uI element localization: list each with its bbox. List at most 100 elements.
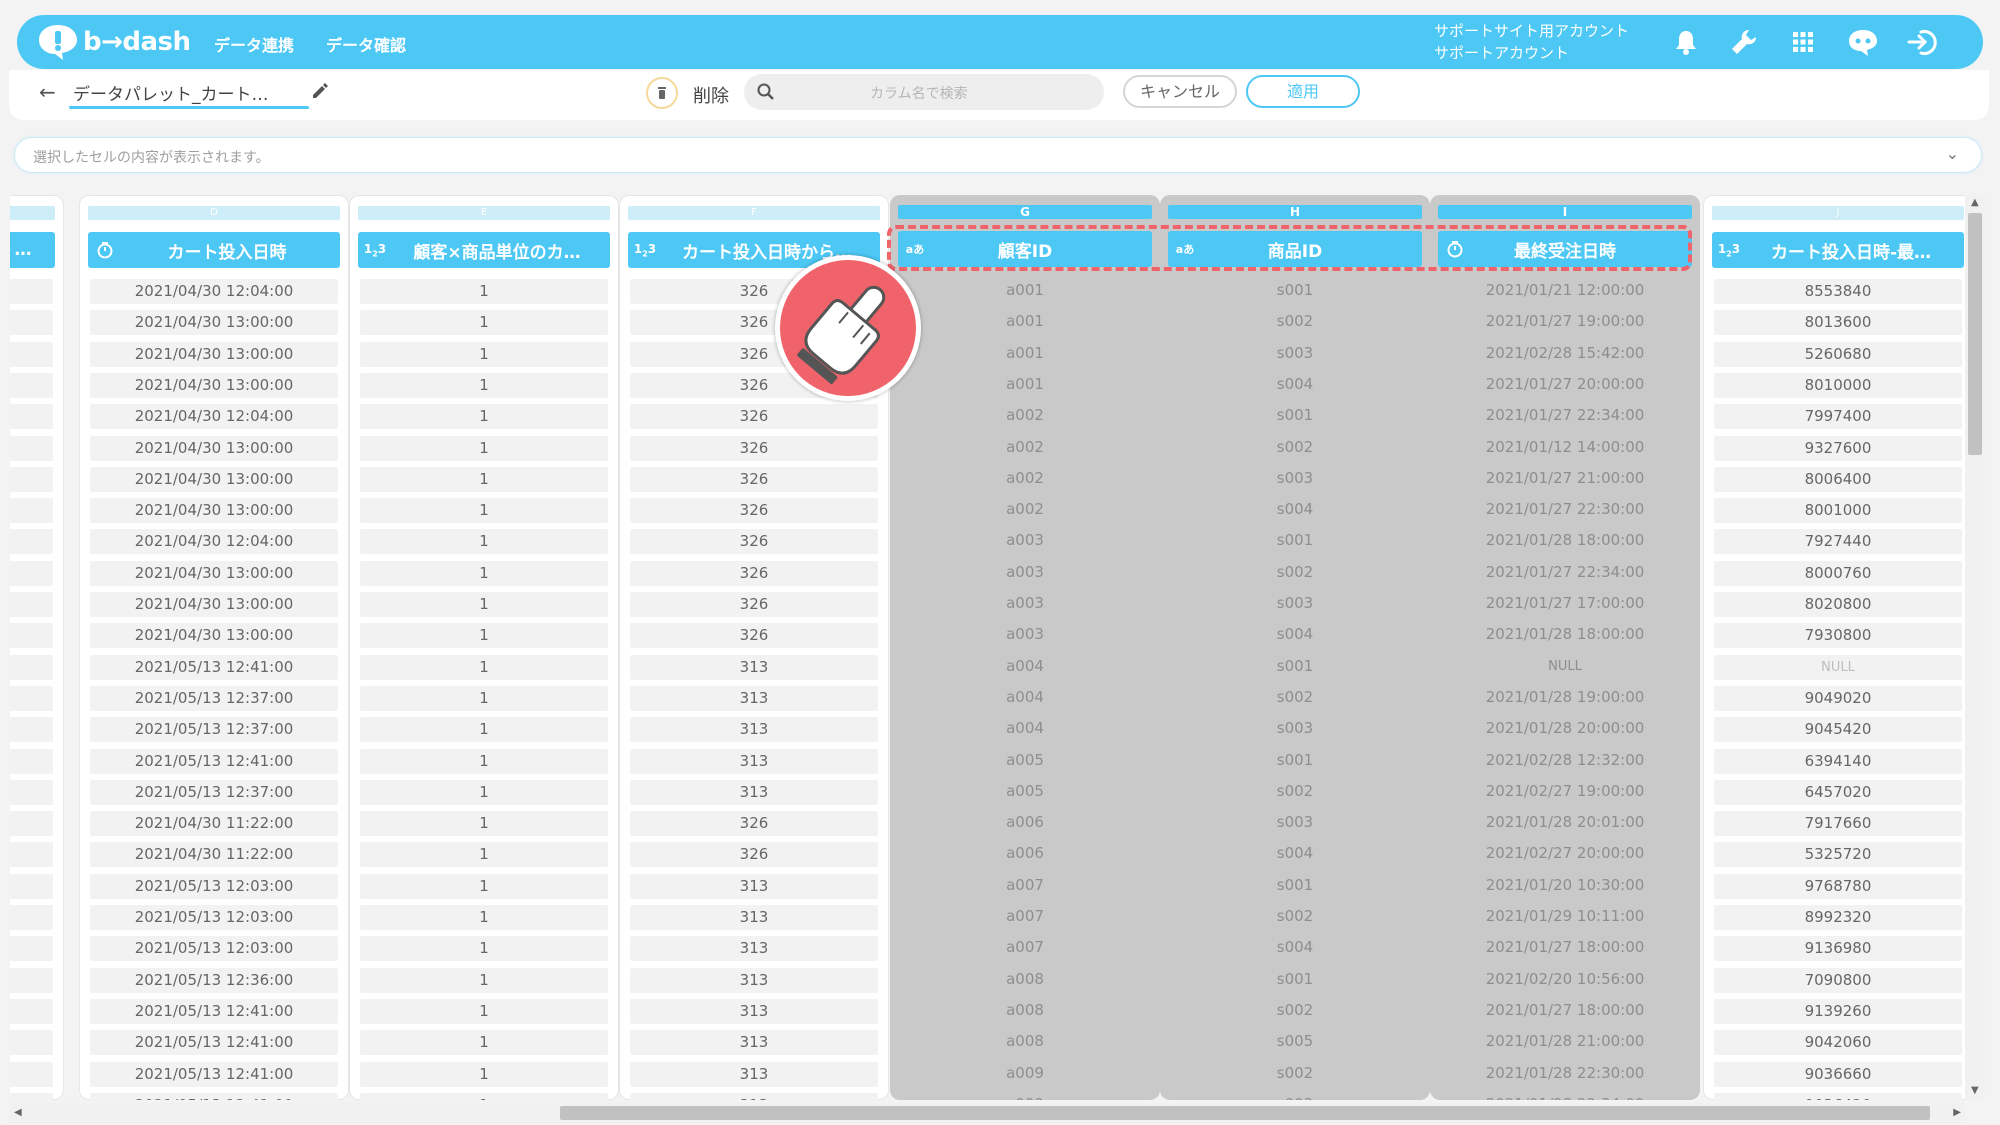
column-header[interactable]: 123 顧客×商品単位のカ… — [358, 232, 610, 268]
table-cell[interactable] — [10, 1092, 53, 1100]
table-cell[interactable]: s001 — [1170, 528, 1420, 553]
table-cell[interactable]: s001 — [1170, 278, 1420, 303]
table-cell[interactable] — [10, 842, 53, 868]
table-cell[interactable]: s002 — [1170, 560, 1420, 585]
table-cell[interactable]: 2021/04/30 11:22:00 — [90, 811, 338, 837]
cancel-button[interactable]: キャンセル — [1123, 75, 1237, 108]
table-cell[interactable] — [10, 717, 53, 743]
table-cell[interactable]: 8553840 — [1714, 279, 1962, 304]
table-cell[interactable]: 7090800 — [1714, 967, 1962, 993]
table-cell[interactable]: 2021/02/27 19:00:00 — [1440, 779, 1690, 804]
table-cell[interactable]: 1 — [360, 592, 608, 617]
bell-icon[interactable] — [1670, 26, 1702, 58]
table-cell[interactable]: 1 — [360, 560, 608, 586]
table-cell[interactable]: s004 — [1170, 622, 1420, 647]
table-cell[interactable]: a001 — [900, 341, 1150, 366]
table-cell[interactable] — [10, 466, 53, 492]
table-cell[interactable]: 2021/05/13 12:37:00 — [90, 779, 338, 805]
table-cell[interactable]: 7927440 — [1714, 529, 1962, 555]
table-cell[interactable]: a008 — [900, 967, 1150, 992]
table-cell[interactable]: a007 — [900, 904, 1150, 929]
table-cell[interactable] — [10, 279, 53, 304]
table-cell[interactable]: a004 — [900, 685, 1150, 710]
table-cell[interactable]: 1 — [360, 811, 608, 837]
table-cell[interactable]: a003 — [900, 622, 1150, 647]
table-cell[interactable]: 9136980 — [1714, 936, 1962, 962]
table-cell[interactable]: 1 — [360, 1030, 608, 1056]
table-cell[interactable]: 2021/05/13 12:41:00 — [90, 1092, 338, 1100]
brand-logo[interactable]: b→dash — [37, 23, 191, 61]
logout-icon[interactable] — [1905, 26, 1937, 58]
table-cell[interactable]: s002 — [1170, 309, 1420, 334]
table-cell[interactable]: s005 — [1170, 1029, 1420, 1054]
table-cell[interactable]: 1 — [360, 654, 608, 680]
table-cell[interactable] — [10, 560, 53, 586]
table-cell[interactable]: 8020800 — [1714, 592, 1962, 617]
table-cell[interactable]: 6394140 — [1714, 748, 1962, 774]
table-cell[interactable]: a006 — [900, 810, 1150, 835]
table-cell[interactable] — [10, 936, 53, 962]
column-letter[interactable]: G — [898, 205, 1152, 219]
table-cell[interactable]: 2021/04/30 13:00:00 — [90, 341, 338, 367]
table-cell[interactable]: 2021/04/30 13:00:00 — [90, 560, 338, 586]
table-cell[interactable] — [10, 498, 53, 524]
table-cell[interactable]: a001 — [900, 309, 1150, 334]
table-cell[interactable]: s003 — [1170, 1092, 1420, 1100]
table-cell[interactable]: 7997400 — [1714, 404, 1962, 430]
table-cell[interactable]: 2021/04/30 12:04:00 — [90, 529, 338, 555]
apply-button[interactable]: 適用 — [1246, 75, 1360, 108]
table-cell[interactable]: 2021/01/27 18:00:00 — [1440, 998, 1690, 1023]
table-cell[interactable]: 313 — [630, 998, 878, 1024]
table-cell[interactable]: 326 — [630, 592, 878, 617]
table-cell[interactable]: 1 — [360, 404, 608, 430]
table-cell[interactable] — [10, 1030, 53, 1056]
table-cell[interactable]: 2021/01/28 22:34:00 — [1440, 1092, 1690, 1100]
table-cell[interactable]: a008 — [900, 998, 1150, 1023]
table-cell[interactable]: 1 — [360, 842, 608, 868]
table-cell[interactable]: 1 — [360, 936, 608, 962]
table-cell[interactable]: 2021/05/13 12:41:00 — [90, 654, 338, 680]
column-e[interactable]: E 123 顧客×商品単位のカ… 1 1 1 1 1 1 1 1 1 1 1 1 1 1 1 1 1 1 1 1 1 1 1 1 1 1… — [349, 195, 619, 1100]
table-cell[interactable]: 1 — [360, 372, 608, 398]
table-cell[interactable] — [10, 905, 53, 930]
table-cell[interactable]: 1 — [360, 529, 608, 555]
vertical-scrollbar[interactable]: ▲ ▼ — [1965, 195, 1985, 1100]
table-cell[interactable] — [10, 404, 53, 430]
table-cell[interactable]: s004 — [1170, 497, 1420, 522]
apps-grid-icon[interactable] — [1787, 26, 1819, 58]
table-cell[interactable]: 2021/04/30 13:00:00 — [90, 310, 338, 336]
table-cell[interactable]: 2021/01/28 18:00:00 — [1440, 528, 1690, 553]
table-cell[interactable]: a009 — [900, 1061, 1150, 1086]
table-cell[interactable]: s001 — [1170, 654, 1420, 679]
table-cell[interactable] — [10, 998, 53, 1024]
column-header[interactable]: … — [10, 232, 55, 268]
column-letter[interactable]: D — [88, 206, 340, 220]
table-cell[interactable]: 313 — [630, 873, 878, 899]
table-cell[interactable]: 5325720 — [1714, 842, 1962, 868]
table-cell[interactable]: 2021/05/13 12:37:00 — [90, 685, 338, 711]
table-cell[interactable]: 2021/05/13 12:03:00 — [90, 936, 338, 962]
table-cell[interactable]: 2021/04/30 13:00:00 — [90, 435, 338, 461]
table-cell[interactable]: 1 — [360, 466, 608, 492]
table-cell[interactable]: 5260680 — [1714, 341, 1962, 367]
table-cell[interactable]: 2021/04/30 12:04:00 — [90, 404, 338, 430]
table-cell[interactable]: 9327600 — [1714, 435, 1962, 461]
scroll-right-icon[interactable]: ▶ — [1953, 1107, 1961, 1118]
table-cell[interactable]: 2021/01/28 20:01:00 — [1440, 810, 1690, 835]
table-cell[interactable]: s001 — [1170, 403, 1420, 428]
table-cell[interactable]: 313 — [630, 748, 878, 774]
table-cell[interactable]: 2021/01/27 22:34:00 — [1440, 560, 1690, 585]
table-cell[interactable]: a007 — [900, 935, 1150, 960]
table-cell[interactable]: NULL — [1714, 654, 1962, 680]
cell-content-bar[interactable]: 選択したセルの内容が表示されます。 ⌄ — [14, 137, 1982, 173]
table-cell[interactable]: 8010000 — [1714, 372, 1962, 398]
table-cell[interactable]: a006 — [900, 841, 1150, 866]
table-cell[interactable]: 9139260 — [1714, 998, 1962, 1024]
table-cell[interactable] — [10, 372, 53, 398]
account-info[interactable]: サポートサイト用アカウント サポートアカウント — [1434, 20, 1629, 64]
table-cell[interactable]: 2021/04/30 12:04:00 — [90, 279, 338, 304]
table-cell[interactable]: a002 — [900, 497, 1150, 522]
table-cell[interactable]: 2021/02/20 10:56:00 — [1440, 967, 1690, 992]
table-cell[interactable]: NULL — [1440, 654, 1690, 679]
table-cell[interactable]: a008 — [900, 1029, 1150, 1054]
